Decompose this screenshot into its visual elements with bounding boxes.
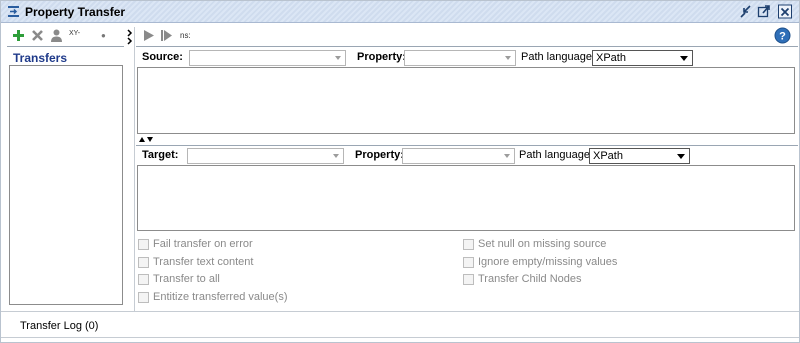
source-row: Source: Property: Path language: XPath [138,49,798,67]
transfers-heading: Transfers [13,51,68,65]
target-property-label: Property: [355,149,404,161]
target-path-language-select[interactable]: XPath [589,148,690,164]
source-path-language-label: Path language: [521,51,596,63]
chevron-down-icon [335,56,341,60]
minimize-icon[interactable] [739,4,753,19]
target-row: Target: Property: Path language: XPath [138,147,798,165]
close-icon[interactable] [778,4,792,19]
source-target-divider[interactable] [136,145,798,146]
target-property-select[interactable] [402,148,515,164]
transfer-text-content-checkbox[interactable]: Transfer text content [138,256,438,270]
chevron-down-icon [504,154,510,158]
transfer-to-all-checkbox[interactable]: Transfer to all [138,273,438,287]
left-toolbar-divider [7,46,124,47]
source-select[interactable] [189,50,346,66]
checkbox-label: Transfer Child Nodes [478,273,582,285]
transfer-log-tab[interactable]: Transfer Log (0) [20,320,98,332]
target-expression-editor[interactable] [137,165,795,231]
set-null-on-missing-source-checkbox[interactable]: Set null on missing source [463,238,763,252]
panel-splitter[interactable] [134,27,135,311]
delete-icon[interactable] [30,28,45,43]
maximize-icon[interactable] [757,4,771,19]
checkbox-box[interactable] [138,239,149,250]
source-path-language-value: XPath [596,52,626,64]
property-transfer-window: Property Transfer XY- ● Transfers ns: ? … [0,0,800,343]
checkbox-box[interactable] [463,257,474,268]
right-toolbar-divider [136,46,798,47]
target-label: Target: [142,149,179,161]
entitize-transferred-values-checkbox[interactable]: Entitize transferred value(s) [138,291,438,305]
ignore-empty-missing-values-checkbox[interactable]: Ignore empty/missing values [463,256,763,270]
run-icon[interactable] [142,29,155,42]
source-path-language-select[interactable]: XPath [592,50,693,66]
target-select[interactable] [187,148,344,164]
svg-text:?: ? [779,31,786,43]
splitter-arrows-icon[interactable] [138,135,156,144]
transfers-list[interactable] [9,65,123,305]
checkbox-label: Transfer text content [153,256,254,268]
chevron-down-icon [680,56,688,61]
checkbox-label: Entitize transferred value(s) [153,291,288,303]
target-path-language-value: XPath [593,150,623,162]
window-title: Property Transfer [25,5,126,19]
checkbox-box[interactable] [138,292,149,303]
checkbox-box[interactable] [138,274,149,285]
checkbox-box[interactable] [463,274,474,285]
target-path-language-label: Path language: [519,149,594,161]
property-transfer-icon [8,6,19,17]
chevron-down-icon [333,154,339,158]
checkbox-label: Fail transfer on error [153,238,253,250]
fail-transfer-on-error-checkbox[interactable]: Fail transfer on error [138,238,438,252]
source-property-select[interactable] [404,50,516,66]
source-property-label: Property: [357,51,406,63]
checkbox-box[interactable] [463,239,474,250]
user-icon[interactable] [49,28,64,43]
checkbox-label: Set null on missing source [478,238,607,250]
help-icon[interactable]: ? [774,27,791,44]
status-dot: ● [101,31,106,40]
source-expression-editor[interactable] [137,67,795,134]
chevron-down-icon [505,56,511,60]
run-all-icon[interactable] [160,29,173,42]
transfer-child-nodes-checkbox[interactable]: Transfer Child Nodes [463,273,763,287]
source-label: Source: [142,51,183,63]
collapse-icon[interactable] [126,27,134,47]
namespace-label[interactable]: ns: [180,31,191,40]
xy-label[interactable]: XY- [69,30,80,37]
add-icon[interactable] [11,28,26,43]
title-bar[interactable]: Property Transfer [1,1,799,23]
transfer-toolbar: ns: ? [138,27,798,45]
transfers-toolbar: XY- ● [7,27,133,45]
bottom-divider [1,311,799,312]
checkbox-label: Transfer to all [153,273,220,285]
checkbox-box[interactable] [138,257,149,268]
checkbox-label: Ignore empty/missing values [478,256,618,268]
bottom-border [1,337,799,338]
chevron-down-icon [677,154,685,159]
